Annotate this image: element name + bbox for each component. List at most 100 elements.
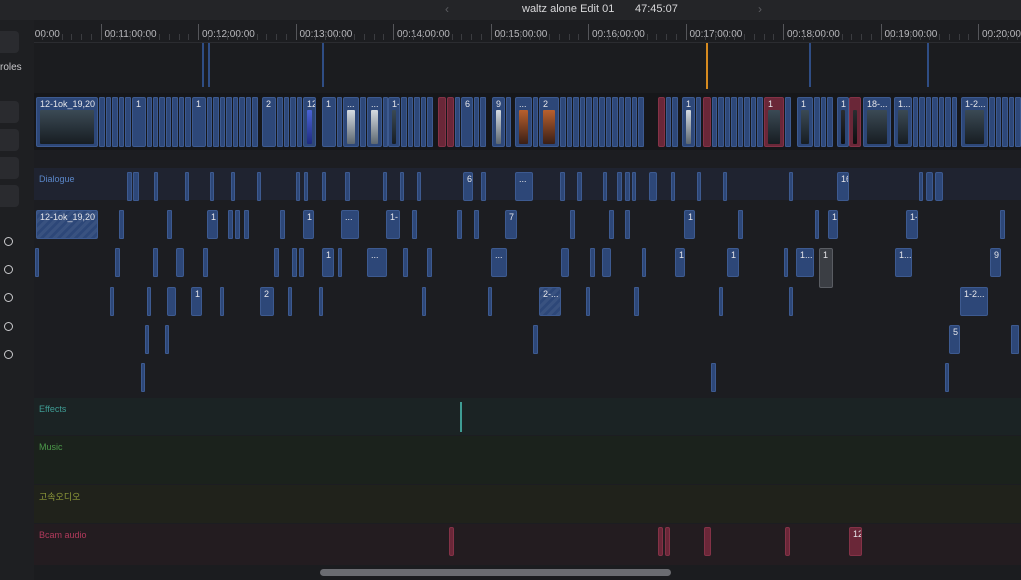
timeline-clip[interactable]: 12 <box>303 97 316 147</box>
timeline-marker[interactable] <box>322 43 324 87</box>
effect-clip[interactable] <box>460 402 462 432</box>
connected-clip[interactable] <box>35 248 39 277</box>
connected-clip[interactable]: 7 <box>505 210 517 239</box>
audio-clip[interactable] <box>231 172 235 201</box>
timeline-clip[interactable] <box>360 97 366 147</box>
timeline-clip[interactable] <box>159 97 165 147</box>
connected-clip[interactable] <box>945 363 949 392</box>
timeline-clip[interactable] <box>172 97 178 147</box>
panel-button[interactable] <box>0 31 19 53</box>
connected-clip[interactable] <box>147 287 151 316</box>
connected-clip[interactable] <box>738 210 743 239</box>
connected-clip[interactable] <box>586 287 590 316</box>
connected-clip[interactable] <box>422 287 426 316</box>
timeline-clip[interactable] <box>744 97 750 147</box>
panel-button[interactable] <box>0 129 19 151</box>
timeline-clip[interactable] <box>297 97 302 147</box>
timeline-clip[interactable] <box>625 97 631 147</box>
bcam-audio-clip[interactable] <box>658 527 663 556</box>
timeline-clip[interactable] <box>738 97 743 147</box>
timeline-clip[interactable] <box>696 97 701 147</box>
connected-clip[interactable] <box>427 248 432 277</box>
timeline-ruler[interactable]: 00:10:00:0000:11:00:0000:12:00:0000:13:0… <box>34 20 1021 43</box>
audio-clip[interactable] <box>632 172 636 201</box>
timeline-clip[interactable] <box>284 97 289 147</box>
timeline-clip[interactable]: 1 <box>764 97 784 147</box>
timeline-clip[interactable] <box>1002 97 1008 147</box>
audio-clip[interactable] <box>649 172 657 201</box>
connected-clip[interactable] <box>165 325 169 354</box>
timeline-clip[interactable] <box>455 97 460 147</box>
audio-clip[interactable] <box>560 172 565 201</box>
timeline-clip[interactable] <box>586 97 592 147</box>
connected-clip[interactable]: 5 <box>949 325 960 354</box>
timeline-clip[interactable]: 6 <box>461 97 473 147</box>
audio-clip[interactable] <box>185 172 189 201</box>
connected-clip[interactable] <box>141 363 145 392</box>
timeline-clip[interactable] <box>506 97 511 147</box>
timeline-marker[interactable] <box>208 43 210 87</box>
audio-clip[interactable]: ... <box>515 172 533 201</box>
connected-clip[interactable] <box>167 287 176 316</box>
audio-clip[interactable] <box>625 172 630 201</box>
connected-clip[interactable]: 1- <box>906 210 918 239</box>
connected-clip[interactable] <box>292 248 297 277</box>
selected-clip[interactable]: 1 <box>819 248 833 288</box>
connected-clip[interactable] <box>642 248 646 277</box>
timeline-clip[interactable] <box>731 97 737 147</box>
timeline-clip[interactable]: 1 <box>322 97 336 147</box>
timeline-clip[interactable] <box>573 97 579 147</box>
timeline[interactable]: Dialogue Effects Music 고속오디오 Bcam audio … <box>34 43 1021 565</box>
connected-clip[interactable] <box>719 287 723 316</box>
timeline-clip[interactable] <box>666 97 671 147</box>
bcam-audio-clip[interactable] <box>665 527 670 556</box>
audio-clip[interactable] <box>417 172 421 201</box>
timeline-clip[interactable] <box>952 97 957 147</box>
timeline-clip[interactable] <box>567 97 572 147</box>
connected-clip[interactable] <box>533 325 538 354</box>
connected-clip[interactable] <box>1011 325 1019 354</box>
timeline-clip[interactable] <box>337 97 342 147</box>
timeline-clip[interactable] <box>658 97 665 147</box>
connected-clip[interactable] <box>815 210 819 239</box>
timeline-clip[interactable] <box>919 97 925 147</box>
connected-clip[interactable] <box>474 210 479 239</box>
timeline-clip[interactable] <box>1009 97 1014 147</box>
timeline-clip[interactable] <box>277 97 283 147</box>
panel-button[interactable] <box>0 101 19 123</box>
audio-clip[interactable] <box>127 172 132 201</box>
timeline-clip[interactable] <box>99 97 105 147</box>
audio-clip[interactable] <box>210 172 214 201</box>
timeline-clip[interactable] <box>560 97 566 147</box>
timeline-clip[interactable] <box>939 97 944 147</box>
connected-clip[interactable]: 12-1ok_19,20 <box>36 210 98 239</box>
timeline-clip[interactable]: 2 <box>539 97 559 147</box>
timeline-clip[interactable] <box>414 97 420 147</box>
connected-clip[interactable] <box>570 210 575 239</box>
connected-clip[interactable] <box>609 210 614 239</box>
connected-clip[interactable] <box>338 248 342 277</box>
audio-clip[interactable] <box>935 172 943 201</box>
audio-clip[interactable] <box>133 172 139 201</box>
timeline-clip[interactable] <box>153 97 158 147</box>
timeline-clip[interactable] <box>619 97 624 147</box>
connected-clip[interactable] <box>153 248 158 277</box>
timeline-clip[interactable] <box>612 97 618 147</box>
timeline-clip[interactable]: 1-2... <box>961 97 988 147</box>
connected-clip[interactable]: 9 <box>990 248 1001 277</box>
connected-clip[interactable] <box>110 287 114 316</box>
connected-clip[interactable] <box>634 287 639 316</box>
connected-clip[interactable] <box>274 248 279 277</box>
timeline-clip[interactable] <box>474 97 479 147</box>
timeline-clip[interactable] <box>427 97 433 147</box>
connected-clip[interactable]: ... <box>367 248 387 277</box>
audio-clip[interactable] <box>322 172 326 201</box>
timeline-clip[interactable] <box>447 97 454 147</box>
timeline-clip[interactable] <box>996 97 1001 147</box>
audio-clip[interactable] <box>603 172 607 201</box>
audio-clip[interactable] <box>617 172 622 201</box>
connected-clip[interactable]: 2-... <box>539 287 561 316</box>
timeline-clip[interactable]: 1 <box>682 97 695 147</box>
connected-clip[interactable] <box>235 210 240 239</box>
panel-button[interactable] <box>0 185 19 207</box>
